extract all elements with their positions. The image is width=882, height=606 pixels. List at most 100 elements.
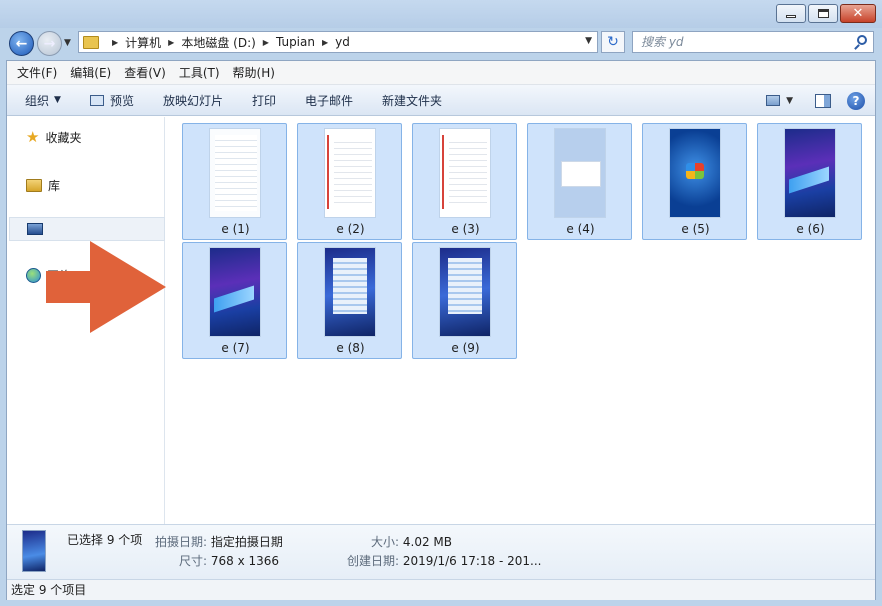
search-icon[interactable]	[857, 35, 867, 45]
breadcrumb-separator-icon[interactable]: ▶	[168, 38, 174, 47]
print-button[interactable]: 打印	[252, 92, 276, 109]
forward-arrow-icon: →	[43, 35, 56, 52]
image-preview	[669, 128, 721, 218]
file-thumbnail[interactable]: e (2)	[297, 123, 402, 240]
breadcrumb-tupian[interactable]: Tupian	[276, 35, 315, 49]
preview-label: 预览	[109, 93, 134, 108]
nav-libraries[interactable]: 库	[26, 177, 60, 194]
navigation-row: ← → ▼ ▶ 计算机 ▶ 本地磁盘 (D:) ▶ Tupian ▶ yd ▼ …	[0, 28, 882, 58]
file-name: e (3)	[451, 222, 480, 236]
details-pane: 已选择 9 个项 拍摄日期: 指定拍摄日期 尺寸: 768 x 1366 大小:…	[7, 524, 875, 579]
breadcrumb-computer[interactable]: 计算机	[125, 34, 161, 51]
nav-libraries-label: 库	[48, 179, 61, 193]
nav-favorites-label: 收藏夹	[45, 131, 82, 145]
breadcrumb-separator-icon[interactable]: ▶	[322, 38, 328, 47]
breadcrumb-drive-d[interactable]: 本地磁盘 (D:)	[181, 34, 255, 51]
minimize-button[interactable]	[776, 4, 806, 23]
file-name: e (9)	[451, 341, 480, 355]
nav-computer[interactable]	[9, 217, 165, 241]
organize-button[interactable]: 组织 ▼	[25, 92, 61, 109]
forward-button[interactable]: →	[37, 31, 62, 56]
menu-file[interactable]: 文件(F)	[17, 64, 57, 81]
search-box	[632, 31, 874, 53]
date-taken-key: 拍摄日期:	[155, 535, 208, 549]
menu-edit[interactable]: 编辑(E)	[70, 64, 111, 81]
preview-button[interactable]: 预览	[89, 92, 134, 109]
image-preview	[209, 247, 261, 337]
computer-icon	[27, 223, 43, 235]
breadcrumb-yd[interactable]: yd	[335, 35, 350, 49]
menu-help[interactable]: 帮助(H)	[233, 64, 275, 81]
breadcrumb-separator-icon[interactable]: ▶	[263, 38, 269, 47]
file-view: e (1) e (2) e (3) e (4) e (5) e (6) e (7…	[166, 117, 875, 524]
size-value: 4.02 MB	[402, 535, 452, 549]
menu-tools[interactable]: 工具(T)	[179, 64, 220, 81]
explorer-window: 文件(F) 编辑(E) 查看(V) 工具(T) 帮助(H) 组织 ▼ 预览 放映…	[6, 60, 876, 600]
menu-view[interactable]: 查看(V)	[124, 64, 166, 81]
selection-count: 已选择 9 个项	[67, 533, 143, 547]
maximize-icon	[817, 9, 829, 18]
view-options-dropdown[interactable]: ▼	[786, 96, 793, 106]
preview-icon	[89, 94, 104, 106]
file-name: e (5)	[681, 222, 710, 236]
file-name: e (2)	[336, 222, 365, 236]
close-button[interactable]: ✕	[840, 4, 876, 23]
file-thumbnail[interactable]: e (4)	[527, 123, 632, 240]
menu-bar: 文件(F) 编辑(E) 查看(V) 工具(T) 帮助(H)	[7, 61, 875, 85]
file-thumbnail[interactable]: e (1)	[182, 123, 287, 240]
address-bar[interactable]: ▶ 计算机 ▶ 本地磁盘 (D:) ▶ Tupian ▶ yd ▼	[78, 31, 598, 53]
file-name: e (7)	[221, 341, 250, 355]
image-preview	[784, 128, 836, 218]
dimensions-value: 768 x 1366	[210, 554, 280, 568]
close-icon: ✕	[852, 6, 864, 21]
created-key: 创建日期:	[347, 554, 400, 568]
folder-icon	[83, 35, 99, 49]
network-icon	[26, 268, 41, 283]
file-thumbnail[interactable]: e (6)	[757, 123, 862, 240]
breadcrumb-separator-icon[interactable]: ▶	[112, 38, 118, 47]
maximize-button[interactable]	[808, 4, 838, 23]
size-key: 大小:	[371, 535, 400, 549]
file-name: e (4)	[566, 222, 595, 236]
email-button[interactable]: 电子邮件	[305, 92, 353, 109]
star-icon: ★	[26, 128, 40, 146]
dimensions-key: 尺寸:	[179, 554, 208, 568]
image-preview	[439, 128, 491, 218]
selection-preview-icon	[22, 530, 46, 572]
refresh-button[interactable]: ↻	[601, 31, 625, 53]
image-preview	[439, 247, 491, 337]
address-dropdown-icon[interactable]: ▼	[585, 36, 592, 46]
preview-pane-icon[interactable]	[815, 93, 831, 108]
title-bar: ✕	[0, 0, 882, 28]
file-thumbnail[interactable]: e (8)	[297, 242, 402, 359]
chevron-down-icon: ▼	[54, 95, 61, 105]
file-thumbnail[interactable]: e (3)	[412, 123, 517, 240]
created-row: 创建日期: 2019/1/6 17:18 - 201...	[347, 552, 541, 569]
view-controls: ▼ ?	[766, 85, 875, 116]
back-arrow-icon: ←	[15, 35, 28, 52]
annotation-arrow-icon	[46, 241, 166, 333]
change-view-icon[interactable]	[766, 95, 781, 106]
image-preview	[554, 128, 606, 218]
slideshow-button[interactable]: 放映幻灯片	[163, 92, 223, 109]
size-row: 大小: 4.02 MB	[371, 533, 452, 550]
help-icon[interactable]: ?	[847, 91, 865, 110]
nav-favorites[interactable]: ★ 收藏夹	[26, 129, 81, 146]
date-taken-value[interactable]: 指定拍摄日期	[211, 535, 283, 549]
file-thumbnail[interactable]: e (5)	[642, 123, 747, 240]
recent-pages-dropdown[interactable]: ▼	[64, 38, 71, 48]
file-thumbnail[interactable]: e (9)	[412, 242, 517, 359]
organize-label: 组织	[25, 93, 50, 108]
new-folder-button[interactable]: 新建文件夹	[382, 92, 442, 109]
window-controls: ✕	[774, 4, 876, 23]
search-input[interactable]	[633, 32, 833, 52]
image-preview	[324, 128, 376, 218]
minimize-icon	[786, 15, 796, 18]
status-bar: 选定 9 个项目	[7, 579, 875, 600]
refresh-icon: ↻	[607, 34, 619, 50]
dimensions-row: 尺寸: 768 x 1366	[179, 552, 279, 569]
command-bar: 组织 ▼ 预览 放映幻灯片 打印 电子邮件 新建文件夹 ▼ ?	[7, 85, 875, 116]
image-preview	[209, 128, 261, 218]
back-button[interactable]: ←	[9, 31, 34, 56]
file-thumbnail[interactable]: e (7)	[182, 242, 287, 359]
